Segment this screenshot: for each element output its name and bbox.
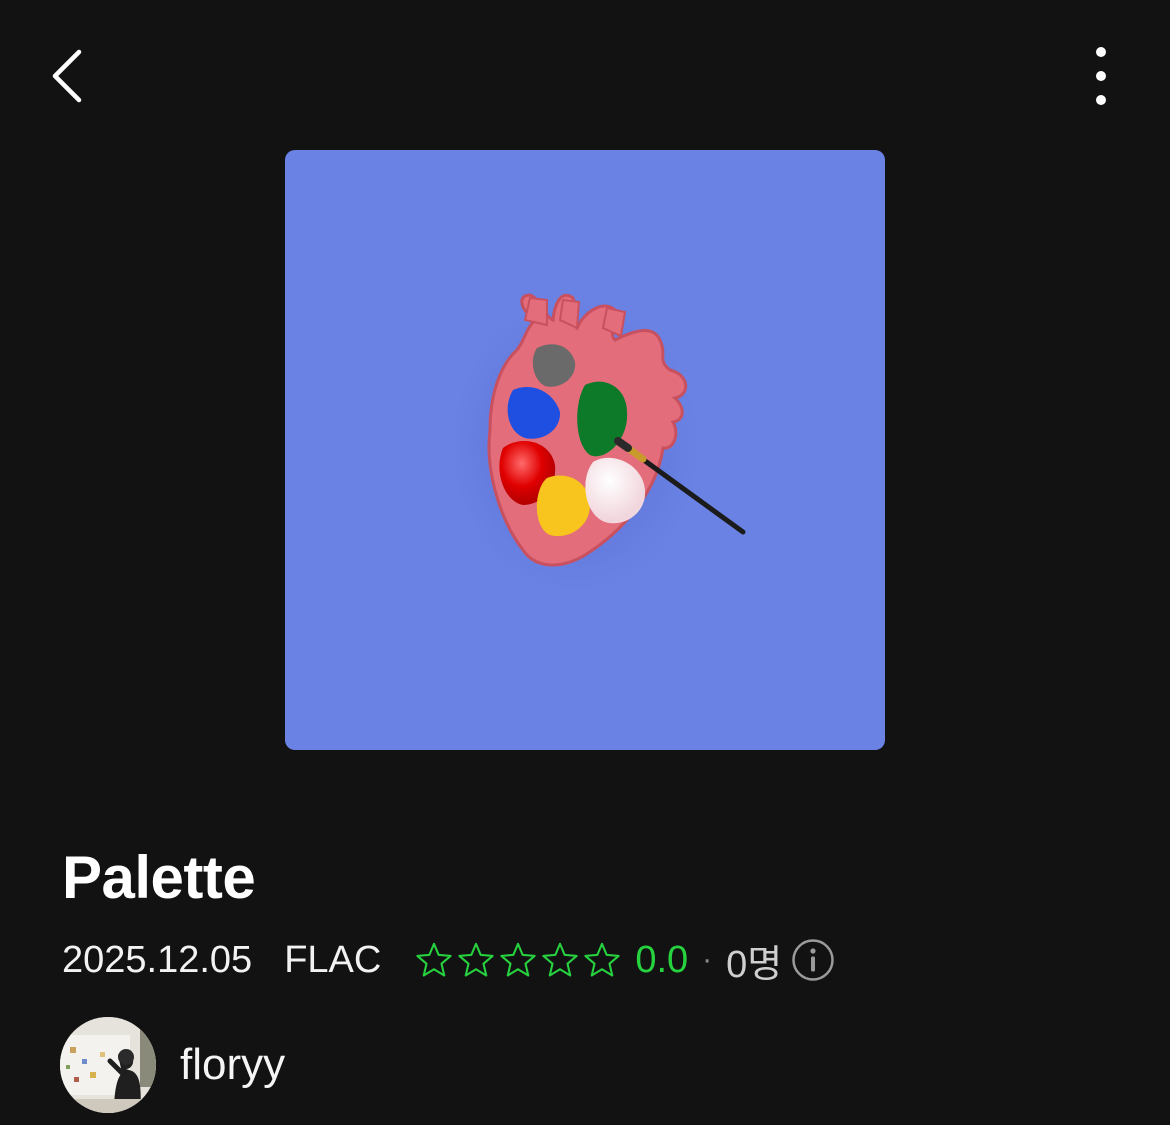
star-outline-icon[interactable] — [457, 941, 495, 979]
album-title: Palette — [62, 844, 256, 911]
more-options-button[interactable] — [1070, 38, 1132, 114]
album-cover[interactable] — [285, 150, 885, 750]
star-outline-icon[interactable] — [415, 941, 453, 979]
album-detail-screen: Palette 2025.12.05 FLAC 0.0 · 0명 floryy — [0, 0, 1170, 1125]
release-date: 2025.12.05 — [62, 938, 253, 981]
artist-avatar-image — [60, 1017, 156, 1113]
top-bar — [0, 0, 1170, 150]
separator-dot: · — [702, 943, 713, 976]
audio-format: FLAC — [284, 938, 382, 981]
album-meta-row: 2025.12.05 FLAC 0.0 · 0명 — [62, 930, 836, 990]
star-outline-icon[interactable] — [583, 941, 621, 979]
info-circle-icon — [792, 939, 835, 981]
rating-info-button[interactable] — [790, 937, 836, 983]
rating-stars[interactable] — [415, 941, 621, 979]
artist-link[interactable]: floryy — [60, 1017, 285, 1113]
artist-name[interactable]: floryy — [180, 1040, 285, 1090]
chevron-left-icon — [52, 49, 82, 103]
more-vertical-icon — [1096, 47, 1106, 105]
rater-count: 0명 — [726, 943, 783, 986]
back-button[interactable] — [32, 38, 102, 114]
star-outline-icon[interactable] — [541, 941, 579, 979]
star-outline-icon[interactable] — [499, 941, 537, 979]
album-cover-art — [285, 150, 885, 750]
artist-avatar[interactable] — [60, 1017, 156, 1113]
rating-score: 0.0 — [635, 938, 689, 981]
